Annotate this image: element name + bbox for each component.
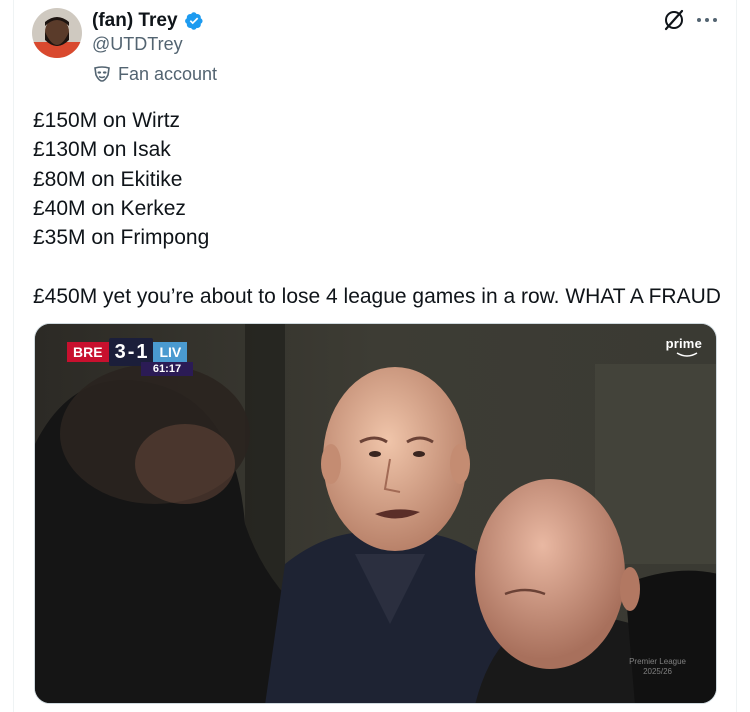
more-dot — [705, 18, 709, 22]
more-options-icon[interactable] — [695, 10, 719, 30]
affiliation-label: Fan account — [118, 63, 218, 84]
more-dot — [697, 18, 701, 22]
scorebug-home-team: BRE — [67, 342, 109, 362]
scorebug-clock: 61:17 — [141, 362, 193, 376]
premier-league-watermark: Premier League 2025/26 — [629, 657, 686, 677]
prime-logo: prime — [665, 336, 702, 351]
avatar[interactable] — [32, 8, 82, 58]
tweet-line: £150M on Wirtz — [33, 109, 181, 132]
affiliation-label-row: Fan account — [92, 62, 217, 86]
tweet-line: £130M on Isak — [33, 138, 171, 162]
watermark-line: 2025/26 — [643, 667, 672, 676]
more-dot — [713, 18, 717, 22]
watermark-line: Premier League — [629, 657, 686, 666]
tweet-line: £80M on Ekitike — [33, 167, 183, 191]
author-display-name[interactable]: (fan) Trey — [92, 10, 178, 32]
fan-account-mask-icon — [92, 64, 112, 84]
author-handle[interactable]: @UTDTrey — [92, 34, 183, 55]
prime-smile-icon — [676, 352, 698, 357]
tweet-line-break — [33, 252, 733, 281]
timeline-border-left — [13, 0, 14, 712]
scorebug-separator: - — [127, 340, 135, 363]
tweet-line: £40M on Kerkez — [33, 196, 186, 220]
tweet-media-image[interactable]: BRE 3 - 1 LIV 61:17 prime Premier League… — [34, 323, 717, 704]
scorebug-away-score: 1 — [136, 340, 148, 363]
media-photo — [35, 324, 716, 703]
tweet-line: £35M on Frimpong — [33, 226, 210, 250]
tweet-text: £150M on Wirtz £130M on Isak £80M on Eki… — [33, 106, 733, 311]
scorebug-home-score: 3 — [114, 340, 126, 363]
scorebug-away-team: LIV — [153, 342, 188, 362]
author-name-row: (fan) Trey — [92, 8, 204, 34]
tweet-closing-line: £450M yet you’re about to lose 4 league … — [33, 284, 721, 308]
scorebug: BRE 3 - 1 LIV 61:17 — [67, 338, 193, 376]
verified-badge-icon[interactable] — [184, 11, 204, 31]
grok-icon[interactable] — [662, 8, 686, 32]
timeline-border-right — [736, 0, 737, 712]
